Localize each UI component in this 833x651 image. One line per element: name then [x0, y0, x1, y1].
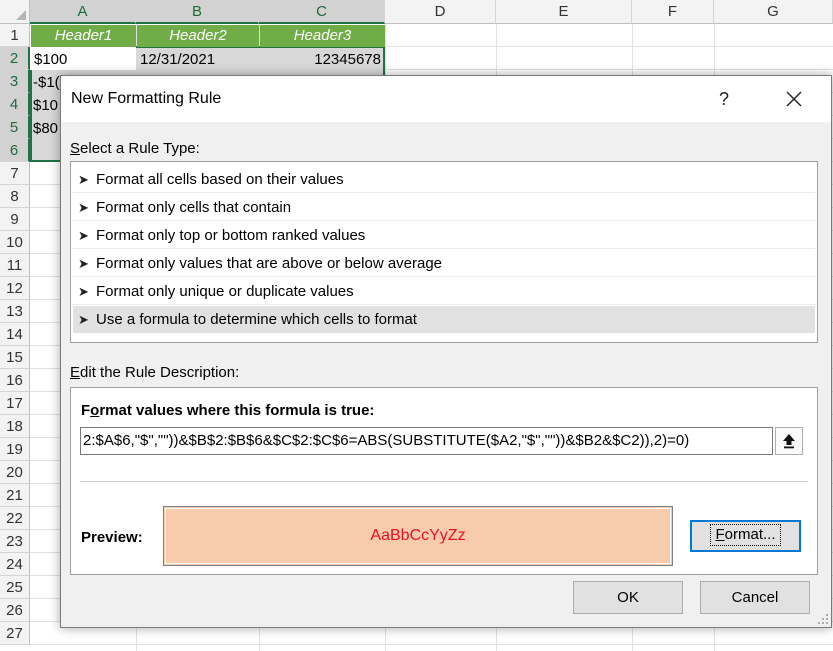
row-header[interactable]: 1: [0, 24, 30, 47]
collapse-dialog-icon: [783, 434, 795, 449]
edit-rule-description-label: Edit the Rule Description:: [70, 364, 239, 381]
cell-a5[interactable]: $80: [33, 118, 60, 140]
row-header[interactable]: 21: [0, 484, 30, 507]
cell-a1[interactable]: Header1: [31, 25, 136, 47]
preview-sample-text: AaBbCcYyZz: [370, 527, 466, 544]
rule-type-label: Format only values that are above or bel…: [96, 255, 443, 272]
row-header[interactable]: 13: [0, 300, 30, 323]
cell-b1[interactable]: Header2: [137, 25, 259, 47]
row-header[interactable]: 25: [0, 576, 30, 599]
column-header-g[interactable]: G: [714, 0, 833, 24]
row-header[interactable]: 24: [0, 553, 30, 576]
row-header[interactable]: 19: [0, 438, 30, 461]
select-label-text: elect a Rule Type:: [80, 140, 200, 157]
row-header[interactable]: 23: [0, 530, 30, 553]
arrow-bullet-icon: ➤: [78, 200, 89, 215]
row-header[interactable]: 3: [0, 70, 30, 93]
row-header[interactable]: 5: [0, 116, 30, 139]
cell-a3[interactable]: -$1(: [33, 72, 60, 94]
row-header[interactable]: 17: [0, 392, 30, 415]
format-button-key: F: [715, 526, 725, 543]
row-header[interactable]: 22: [0, 507, 30, 530]
close-icon: [786, 91, 802, 107]
row-header[interactable]: 6: [0, 139, 30, 162]
select-all-corner[interactable]: [0, 0, 30, 24]
dialog-titlebar[interactable]: New Formatting Rule ?: [61, 76, 831, 122]
column-header-f[interactable]: F: [632, 0, 714, 24]
cell-a4[interactable]: $10: [33, 95, 60, 117]
gridline: [30, 644, 833, 645]
rule-type-list[interactable]: ➤ Format all cells based on their values …: [70, 161, 818, 343]
row-header[interactable]: 26: [0, 599, 30, 622]
arrow-bullet-icon: ➤: [78, 312, 89, 327]
formula-title: Format values where this formula is true…: [81, 402, 374, 419]
select-label-key: S: [70, 140, 81, 157]
format-button-label: ormat...: [724, 526, 776, 543]
preview-label: Preview:: [81, 529, 143, 546]
row-header[interactable]: 20: [0, 461, 30, 484]
arrow-bullet-icon: ➤: [78, 172, 89, 187]
help-button[interactable]: ?: [701, 76, 747, 122]
edit-label-text: dit the Rule Description:: [80, 364, 240, 381]
cell-c2[interactable]: 12345678: [262, 49, 381, 71]
row-header[interactable]: 11: [0, 254, 30, 277]
rule-type-item[interactable]: ➤ Format only top or bottom ranked values: [73, 222, 815, 249]
rule-type-item[interactable]: ➤ Format all cells based on their values: [73, 166, 815, 193]
formula-title-pre: F: [81, 402, 91, 419]
edit-label-key: E: [70, 364, 81, 381]
collapse-dialog-button[interactable]: [775, 427, 803, 455]
row-header[interactable]: 10: [0, 231, 30, 254]
column-header-e[interactable]: E: [496, 0, 632, 24]
rule-type-label: Format only cells that contain: [96, 199, 292, 216]
row-header[interactable]: 9: [0, 208, 30, 231]
row-header[interactable]: 12: [0, 277, 30, 300]
rule-type-item-selected[interactable]: ➤ Use a formula to determine which cells …: [73, 306, 815, 333]
preview-box: AaBbCcYyZz: [163, 506, 673, 566]
row-header[interactable]: 18: [0, 415, 30, 438]
rule-type-label: Use a formula to determine which cells t…: [96, 311, 417, 328]
row-header[interactable]: 7: [0, 162, 30, 185]
formula-input[interactable]: 2:$A$6,"$",""))&$B$2:$B$6&$C$2:$C$6=ABS(…: [80, 427, 773, 455]
divider: [80, 481, 808, 482]
cancel-button[interactable]: Cancel: [700, 581, 810, 614]
rule-description-panel: Format values where this formula is true…: [70, 387, 818, 575]
row-header[interactable]: 4: [0, 93, 30, 116]
dialog-title: New Formatting Rule: [71, 90, 222, 107]
arrow-bullet-icon: ➤: [78, 256, 89, 271]
column-header-b[interactable]: B: [136, 0, 259, 24]
column-header-c[interactable]: C: [259, 0, 385, 24]
rule-type-item[interactable]: ➤ Format only values that are above or be…: [73, 250, 815, 277]
row-header[interactable]: 2: [0, 47, 30, 70]
row-header[interactable]: 16: [0, 369, 30, 392]
column-header-d[interactable]: D: [385, 0, 496, 24]
row-header[interactable]: 8: [0, 185, 30, 208]
rule-type-label: Format only unique or duplicate values: [96, 283, 354, 300]
arrow-bullet-icon: ➤: [78, 228, 89, 243]
cell-a2[interactable]: $100: [34, 49, 134, 71]
formula-title-text: rmat values where this formula is true:: [99, 402, 375, 419]
arrow-bullet-icon: ➤: [78, 284, 89, 299]
row-header[interactable]: 15: [0, 346, 30, 369]
column-header-a[interactable]: A: [30, 0, 136, 24]
new-formatting-rule-dialog: New Formatting Rule ? Select a Rule Type…: [60, 75, 832, 628]
close-button[interactable]: [769, 76, 819, 122]
formula-title-key: o: [90, 402, 100, 419]
ok-button[interactable]: OK: [573, 581, 683, 614]
rule-type-item[interactable]: ➤ Format only cells that contain: [73, 194, 815, 221]
format-button[interactable]: Format...: [690, 520, 801, 552]
row-header[interactable]: 27: [0, 622, 30, 645]
rule-type-item[interactable]: ➤ Format only unique or duplicate values: [73, 278, 815, 305]
rule-type-label: Format only top or bottom ranked values: [96, 227, 366, 244]
cell-c1[interactable]: Header3: [260, 25, 385, 47]
rule-type-label: Format all cells based on their values: [96, 171, 344, 188]
row-header[interactable]: 14: [0, 323, 30, 346]
select-rule-type-label: Select a Rule Type:: [70, 140, 200, 157]
resize-grip-icon[interactable]: [817, 613, 829, 625]
cell-b2[interactable]: 12/31/2021: [140, 49, 258, 71]
